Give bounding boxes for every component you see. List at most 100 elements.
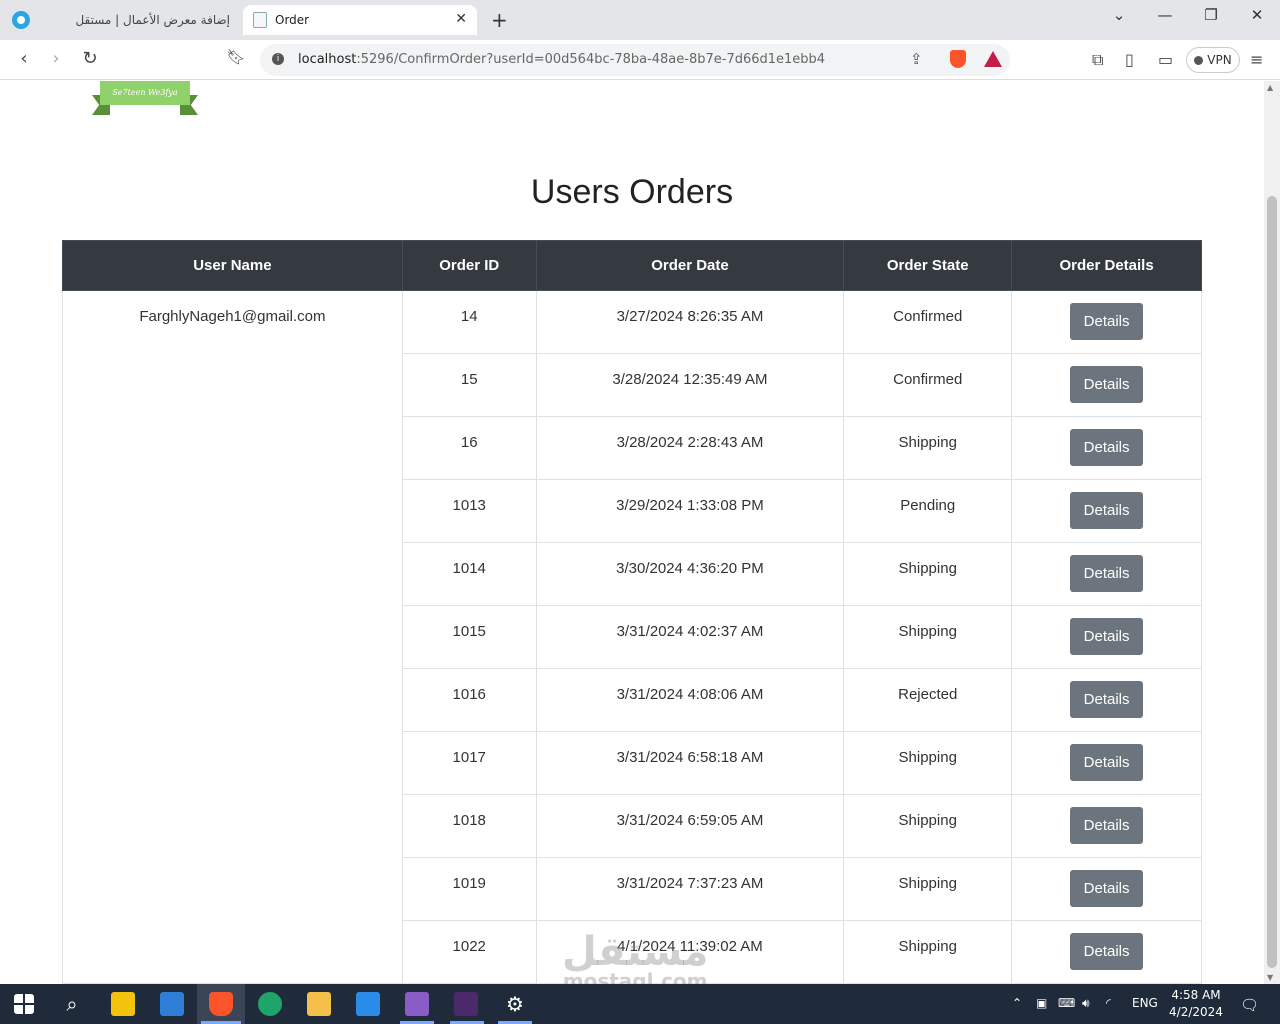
vpn-status-icon [1194, 55, 1204, 65]
page-icon [253, 12, 267, 28]
table-row: FarghlyNageh1@gmail.com 14 3/27/2024 8:26:… [62, 290, 1202, 984]
details-button[interactable]: Details [1070, 303, 1144, 340]
close-tab-icon[interactable]: ✕ [455, 11, 467, 27]
details-button[interactable]: Details [1070, 807, 1144, 844]
cell-order-state: Shipping [843, 731, 1013, 795]
cell-order-date: 3/27/2024 8:26:35 AM [535, 290, 845, 354]
orders-table: User Name Order ID Order Date Order Stat… [62, 240, 1202, 984]
visual-studio-icon[interactable] [405, 992, 429, 1016]
cell-order-details: Details [1011, 857, 1202, 921]
menu-icon[interactable]: ≡ [1250, 50, 1263, 69]
brave-browser-icon[interactable] [209, 992, 233, 1016]
details-button[interactable]: Details [1070, 429, 1144, 466]
restore-icon[interactable]: ❐ [1196, 6, 1226, 24]
volume-icon[interactable]: 🔊︎ [1082, 996, 1090, 1011]
cell-order-state: Shipping [843, 794, 1013, 858]
wifi-icon[interactable]: ◜ [1106, 996, 1111, 1010]
logo-ribbon: Se7teen We3fya [100, 81, 190, 105]
details-button[interactable]: Details [1070, 492, 1144, 529]
brave-shields-icon[interactable] [950, 50, 966, 68]
cell-order-id: 1016 [401, 668, 537, 732]
cell-order-date: 3/31/2024 4:08:06 AM [535, 668, 845, 732]
meet-now-icon[interactable]: ▣ [1036, 996, 1047, 1010]
site-info-icon[interactable]: i [272, 53, 284, 65]
cell-order-state: Shipping [843, 920, 1013, 984]
file-explorer-icon[interactable] [307, 992, 331, 1016]
table-header-row: User Name Order ID Order Date Order Stat… [62, 240, 1202, 291]
cell-order-id: 1014 [401, 542, 537, 606]
bookmark-icon[interactable]: 🔖︎ [224, 48, 248, 66]
keyboard-icon[interactable]: ⌨ [1058, 996, 1075, 1010]
column-header-order-id: Order ID [401, 240, 537, 291]
cell-order-state: Confirmed [843, 353, 1013, 417]
sticky-notes-icon[interactable] [111, 992, 135, 1016]
brave-rewards-icon[interactable] [984, 51, 1002, 67]
page-title: Users Orders [530, 173, 734, 211]
new-tab-icon[interactable]: + [491, 8, 508, 32]
minimize-icon[interactable]: — [1150, 6, 1180, 24]
details-button[interactable]: Details [1070, 366, 1144, 403]
vscode-icon[interactable] [356, 992, 380, 1016]
cell-order-id: 1019 [401, 857, 537, 921]
close-window-icon[interactable]: ✕ [1242, 6, 1272, 24]
details-button[interactable]: Details [1070, 618, 1144, 655]
terminal-icon[interactable] [454, 992, 478, 1016]
details-button[interactable]: Details [1070, 870, 1144, 907]
cell-order-details: Details [1011, 353, 1202, 417]
tab-order[interactable]: Order ✕ [243, 5, 477, 35]
cell-order-state: Pending [843, 479, 1013, 543]
cell-order-state: Shipping [843, 416, 1013, 480]
cell-order-date: 3/30/2024 4:36:20 PM [535, 542, 845, 606]
vertical-scrollbar[interactable]: ▲ ▼ [1264, 81, 1280, 984]
extensions-icon[interactable]: ⧉ [1092, 50, 1103, 70]
address-bar[interactable]: i localhost:5296/ConfirmOrder?userId=00d… [260, 44, 1010, 76]
cell-order-state: Shipping [843, 542, 1013, 606]
cell-order-id: 1013 [401, 479, 537, 543]
column-header-order-details: Order Details [1011, 240, 1202, 291]
cell-order-date: 3/28/2024 12:35:49 AM [535, 353, 845, 417]
cell-order-date: 3/31/2024 4:02:37 AM [535, 605, 845, 669]
url-text[interactable]: localhost:5296/ConfirmOrder?userId=00d56… [298, 52, 825, 67]
chevron-up-icon[interactable]: ⌃ [1012, 996, 1022, 1010]
reload-icon[interactable]: ↻ [78, 48, 102, 69]
sidebar-icon[interactable]: ▯ [1125, 50, 1134, 69]
cell-order-details: Details [1011, 920, 1202, 984]
clock-time: 4:58 AM [1171, 988, 1221, 1002]
details-button[interactable]: Details [1070, 555, 1144, 592]
settings-gear-icon[interactable]: ⚙ [503, 992, 527, 1016]
details-button[interactable]: Details [1070, 933, 1144, 970]
back-icon[interactable]: ‹ [12, 48, 36, 69]
scroll-down-icon[interactable]: ▼ [1267, 973, 1273, 982]
details-button[interactable]: Details [1070, 744, 1144, 781]
scroll-up-icon[interactable]: ▲ [1267, 83, 1273, 92]
edge-browser-icon[interactable] [258, 992, 282, 1016]
cell-order-id: 16 [401, 416, 537, 480]
vpn-button[interactable]: VPN [1186, 47, 1240, 73]
notifications-icon[interactable]: 🗨︎ [1240, 996, 1259, 1014]
cell-order-id: 1017 [401, 731, 537, 795]
cell-order-state: Rejected [843, 668, 1013, 732]
clock[interactable]: 4:58 AM 4/2/2024 [1168, 987, 1224, 1021]
forward-icon[interactable]: › [44, 48, 68, 69]
site-logo[interactable]: Se7teen We3fya [92, 81, 198, 117]
windows-start-icon[interactable] [14, 994, 34, 1014]
wallet-icon[interactable]: ▭ [1158, 50, 1173, 69]
search-icon[interactable]: ⌕ [60, 992, 84, 1016]
mail-icon[interactable] [160, 992, 184, 1016]
cell-order-id: 1015 [401, 605, 537, 669]
language-indicator[interactable]: ENG [1132, 996, 1158, 1010]
cell-order-date: 3/31/2024 6:58:18 AM [535, 731, 845, 795]
tab-mostaql[interactable]: إضافة معرض الأعمال | مستقل [40, 5, 240, 35]
cell-order-details: Details [1011, 290, 1202, 354]
tab-search-icon[interactable]: ⌄ [1104, 6, 1134, 24]
tab-label: إضافة معرض الأعمال | مستقل [75, 13, 230, 27]
cell-order-details: Details [1011, 542, 1202, 606]
app-icon[interactable] [12, 11, 30, 29]
details-button[interactable]: Details [1070, 681, 1144, 718]
share-icon[interactable]: ⇪ [910, 50, 923, 68]
cell-order-details: Details [1011, 605, 1202, 669]
windows-taskbar: ⌕ ⚙ ⌃ ▣ ⌨ 🔊︎ ◜ ENG 4:58 AM 4/2/2024 🗨︎ [0, 984, 1280, 1024]
scrollbar-thumb[interactable] [1267, 196, 1277, 968]
column-header-order-date: Order Date [535, 240, 845, 291]
page-content: Se7teen We3fya Users Orders User Name Or… [0, 81, 1264, 984]
